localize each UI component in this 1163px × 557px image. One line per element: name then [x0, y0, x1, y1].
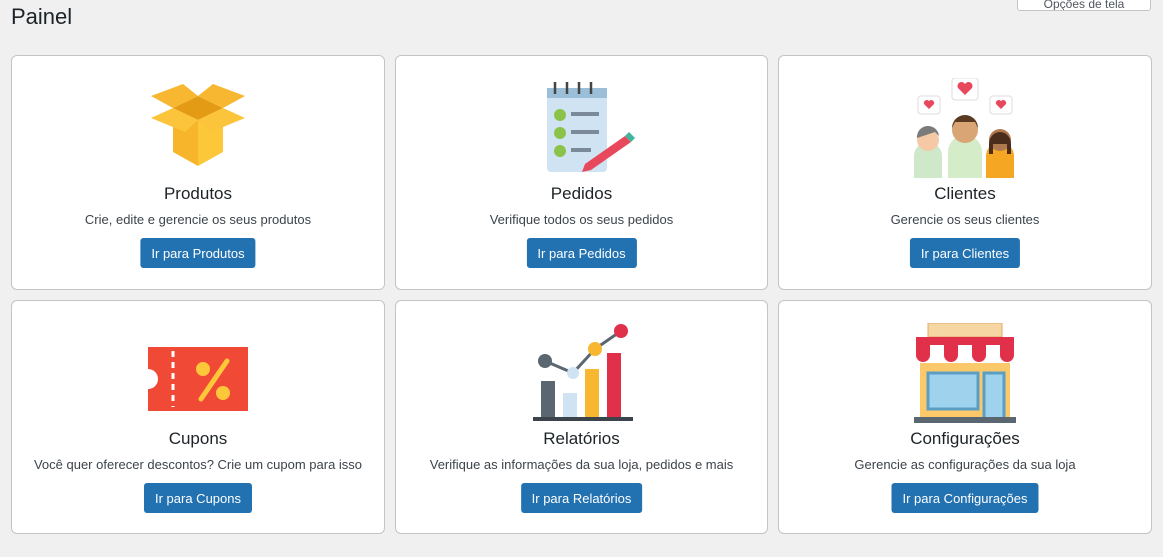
- card-description: Verifique as informações da sua loja, pe…: [429, 457, 734, 472]
- go-to-produtos-button[interactable]: Ir para Produtos: [140, 238, 256, 268]
- card-description: Gerencie os seus clientes: [890, 212, 1040, 227]
- go-to-pedidos-button[interactable]: Ir para Pedidos: [526, 238, 637, 268]
- checklist-notepad-icon: [546, 82, 635, 172]
- card-description: Você quer oferecer descontos? Crie um cu…: [33, 457, 363, 472]
- coupon-percent-icon: [148, 347, 248, 411]
- card-clientes: Clientes Gerencie os seus clientes Ir pa…: [778, 55, 1152, 290]
- card-description: Gerencie as configurações da sua loja: [854, 457, 1076, 472]
- go-to-configuracoes-button[interactable]: Ir para Configurações: [891, 483, 1039, 513]
- customers-hearts-icon: [914, 78, 1014, 178]
- card-description: Verifique todos os seus pedidos: [489, 212, 674, 227]
- card-title: Clientes: [934, 184, 996, 203]
- card-produtos: Produtos Crie, edite e gerencie os seus …: [11, 55, 385, 290]
- card-title: Pedidos: [550, 184, 613, 203]
- go-to-clientes-button[interactable]: Ir para Clientes: [909, 238, 1021, 268]
- card-configuracoes: Configurações Gerencie as configurações …: [778, 300, 1152, 534]
- card-title: Produtos: [163, 184, 233, 203]
- screen-options-button[interactable]: Opções de tela: [1017, 0, 1151, 11]
- storefront-icon: [914, 323, 1016, 423]
- bar-chart-icon: [532, 324, 633, 421]
- card-relatorios: Relatórios Verifique as informações da s…: [395, 300, 768, 534]
- card-title: Cupons: [168, 429, 228, 448]
- card-cupons: Cupons Você quer oferecer descontos? Cri…: [11, 300, 385, 534]
- go-to-cupons-button[interactable]: Ir para Cupons: [144, 483, 252, 513]
- card-description: Crie, edite e gerencie os seus produtos: [84, 212, 312, 227]
- card-pedidos: Pedidos Verifique todos os seus pedidos …: [395, 55, 768, 290]
- box-icon: [151, 84, 245, 166]
- card-title: Relatórios: [543, 429, 620, 448]
- page-title: Painel: [11, 4, 73, 29]
- card-title: Configurações: [910, 429, 1020, 448]
- go-to-relatorios-button[interactable]: Ir para Relatórios: [520, 483, 643, 513]
